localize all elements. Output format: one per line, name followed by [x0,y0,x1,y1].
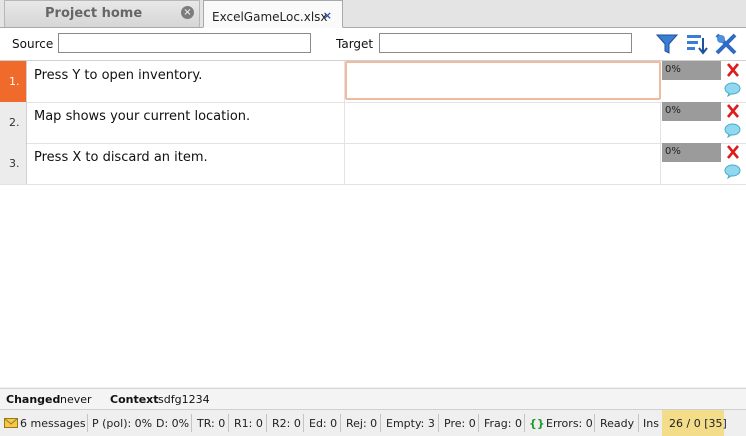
row-number[interactable]: 3. [0,143,27,184]
comment-icon[interactable] [724,123,741,138]
r1-count: R1: 0 [234,417,263,430]
close-icon[interactable]: × [323,9,332,22]
pre-count: Pre: 0 [444,417,476,430]
target-filter-input[interactable] [379,33,632,53]
status-divider [87,414,88,432]
comment-icon[interactable] [724,164,741,179]
context-label: Context [110,393,159,406]
advanced-filter-icon[interactable] [714,32,738,56]
status-divider [340,414,341,432]
tab-excel-file[interactable]: ExcelGameLoc.xlsx × [203,0,343,28]
changed-value: never [60,393,92,406]
pol-percent: P (pol): 0% [92,417,153,430]
target-cell[interactable] [345,143,661,184]
status-divider [266,414,267,432]
d-percent: D: 0% [156,417,190,430]
row-number[interactable]: 2. [0,102,27,143]
tab-bar: Project home × ExcelGameLoc.xlsx × [0,0,746,28]
status-divider [303,414,304,432]
rej-count: Rej: 0 [346,417,378,430]
status-divider [478,414,479,432]
status-divider [191,414,192,432]
delete-icon[interactable] [725,102,741,120]
empty-count: Empty: 3 [386,417,435,430]
status-bar: 6 messages P (pol): 0% D: 0% TR: 0 R1: 0… [0,409,746,436]
target-label: Target [336,37,374,51]
close-icon[interactable]: × [181,6,194,19]
cursor-position: 26 / 0 [35] [669,417,727,430]
insert-mode[interactable]: Ins [643,417,659,430]
row-number[interactable]: 1. [0,61,27,102]
ed-count: Ed: 0 [309,417,338,430]
table-row[interactable]: 2. Map shows your current location. 0% [0,102,746,144]
source-cell[interactable]: Press Y to open inventory. [27,61,345,102]
delete-icon[interactable] [725,143,741,161]
tr-count: TR: 0 [197,417,226,430]
progress-badge: 0% [662,61,721,80]
source-filter-input[interactable] [58,33,311,53]
tab-project-home[interactable]: Project home × [4,0,200,27]
progress-badge: 0% [662,102,721,121]
status-divider [438,414,439,432]
translation-grid: 1. Press Y to open inventory. 0% 2. Map … [0,61,746,387]
context-value: sdfg1234 [158,393,210,406]
frag-count: Frag: 0 [484,417,522,430]
delete-icon[interactable] [725,61,741,79]
progress-badge: 0% [662,143,721,162]
status-divider [638,414,639,432]
tab-project-home-label: Project home [45,6,143,21]
status-divider [524,414,525,432]
table-row[interactable]: 3. Press X to discard an item. 0% [0,143,746,185]
target-cell-editor[interactable] [345,61,661,100]
comment-icon[interactable] [724,82,741,97]
tab-file-label: ExcelGameLoc.xlsx [212,10,328,24]
status-divider [228,414,229,432]
segment-info-bar: Changed never Context sdfg1234 [0,388,746,409]
envelope-icon [4,418,18,428]
target-cell[interactable] [345,102,661,143]
filter-icon[interactable] [655,32,679,56]
source-cell[interactable]: Map shows your current location. [27,102,345,143]
status-divider [380,414,381,432]
errors-braces-icon: {} [529,417,545,430]
changed-label: Changed [6,393,61,406]
messages-count[interactable]: 6 messages [20,417,86,430]
filter-toolbar: Source Target [0,28,746,61]
table-row[interactable]: 1. Press Y to open inventory. 0% [0,61,746,103]
ready-status: Ready [600,417,635,430]
errors-count[interactable]: Errors: 0 [546,417,593,430]
source-label: Source [12,37,54,51]
source-cell[interactable]: Press X to discard an item. [27,143,345,184]
r2-count: R2: 0 [272,417,301,430]
sort-filter-icon[interactable] [685,32,709,56]
status-divider [594,414,595,432]
